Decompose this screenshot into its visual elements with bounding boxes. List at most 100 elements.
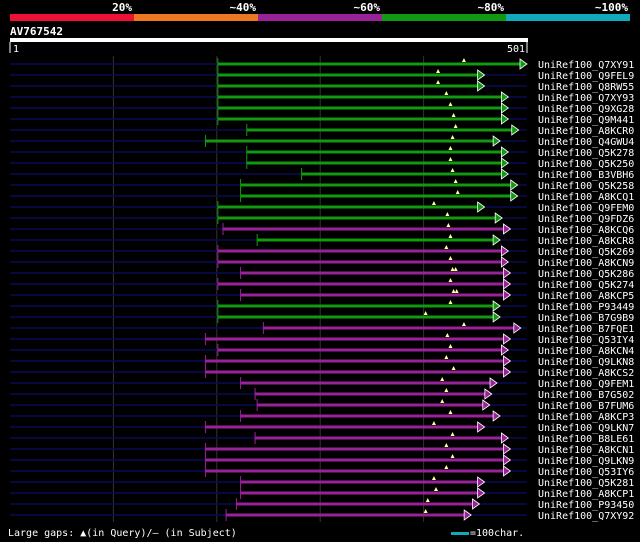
legend-swatch-3 [382,14,506,21]
hit-label[interactable]: UniRef100_Q5K258 [538,181,634,192]
hit-bar [240,293,505,297]
hit-bar [217,304,495,308]
hit-bar [223,227,505,231]
hit-label[interactable]: UniRef100_Q7XY91 [538,60,634,71]
hit-label[interactable]: UniRef100_A8KCP3 [538,412,634,423]
hit-bar [240,491,479,495]
hit-label[interactable]: UniRef100_A8KCP1 [538,489,634,500]
scale-bar [451,532,469,535]
legend-swatch-0 [10,14,134,21]
hit-bar [257,403,484,407]
hit-bar [217,249,503,253]
hit-label[interactable]: UniRef100_Q9FEL9 [538,71,634,82]
query-end-label: 501 [507,44,525,55]
hit-label[interactable]: UniRef100_Q9FEM0 [538,203,634,214]
hit-bar [236,502,474,506]
hit-label[interactable]: UniRef100_A8KCQ6 [538,225,634,236]
hit-label[interactable]: UniRef100_Q9LKN8 [538,357,634,368]
hit-bar [240,480,479,484]
hit-bar [217,73,479,77]
legend-label-0: 20% [112,1,132,14]
hit-bar [205,359,505,363]
hit-bar [217,117,503,121]
hit-label[interactable]: UniRef100_Q9FDZ6 [538,214,634,225]
hit-label[interactable]: UniRef100_Q5K250 [538,159,634,170]
hit-bar [217,62,522,66]
hit-label[interactable]: UniRef100_B7G9B9 [538,313,634,324]
hit-bar [246,161,503,165]
hit-label[interactable]: UniRef100_Q5K269 [538,247,634,258]
hit-label[interactable]: UniRef100_B7FQE1 [538,324,634,335]
hit-label[interactable]: UniRef100_Q5K274 [538,280,634,291]
hit-label[interactable]: UniRef100_Q5K281 [538,478,634,489]
hit-bar [240,381,492,385]
legend-label-3: ~80% [478,1,505,14]
hit-bar [217,315,495,319]
hit-bar [301,172,503,176]
hit-label[interactable]: UniRef100_B7G502 [538,390,634,401]
hit-label[interactable]: UniRef100_Q8RW55 [538,82,634,93]
gap-legend-text: Large gaps: ▲(in Query)/— (in Subject) [8,528,237,539]
hit-label[interactable]: UniRef100_B8LE61 [538,434,634,445]
hit-bar [263,326,515,330]
hit-label[interactable]: UniRef100_P93449 [538,302,634,313]
hit-label[interactable]: UniRef100_B3VBH6 [538,170,634,181]
hit-label[interactable]: UniRef100_Q4GWU4 [538,137,634,148]
hit-label[interactable]: UniRef100_A8KCN9 [538,258,634,269]
legend-label-1: ~40% [230,1,257,14]
hit-bar [240,271,505,275]
hit-bar [226,513,466,517]
hit-label[interactable]: UniRef100_A8KCN4 [538,346,634,357]
query-start-label: 1 [13,44,19,55]
hit-bar [217,205,479,209]
hit-label[interactable]: UniRef100_Q7XY93 [538,93,634,104]
legend-swatch-4 [506,14,630,21]
hit-bar [217,282,505,286]
hit-label[interactable]: UniRef100_Q9LKN9 [538,456,634,467]
hit-label[interactable]: UniRef100_Q5K286 [538,269,634,280]
hit-label[interactable]: UniRef100_A8KCS2 [538,368,634,379]
hit-bar [240,414,495,418]
hit-bar [240,183,512,187]
hit-bar [217,348,503,352]
hit-label[interactable]: UniRef100_Q7XY92 [538,511,634,522]
legend-swatch-2 [258,14,382,21]
hit-bar [205,458,505,462]
query-id: AV767542 [10,25,63,38]
hit-label[interactable]: UniRef100_A8KCQ1 [538,192,634,203]
hit-bar [255,392,486,396]
hit-label[interactable]: UniRef100_P93450 [538,500,634,511]
hit-bar [255,436,503,440]
scale-text: =100char. [470,528,524,539]
hit-label[interactable]: UniRef100_Q53IY6 [538,467,634,478]
hit-bar [217,106,503,110]
hit-bar [217,260,503,264]
hit-bar [205,447,505,451]
hit-bar [205,337,505,341]
hit-bar [257,238,495,242]
hit-label[interactable]: UniRef100_Q9FEM1 [538,379,634,390]
query-bar [10,38,528,42]
hit-bar [246,128,513,132]
hit-label[interactable]: UniRef100_A8KCR8 [538,236,634,247]
alignment-overview: 20% ~40% ~60% ~80% ~100% AV767542 1 501 UniRe… [0,0,640,542]
legend-swatch-1 [134,14,258,21]
hit-bar [205,469,505,473]
hit-label[interactable]: UniRef100_Q9M441 [538,115,634,126]
hit-bar [217,84,479,88]
hit-bar [205,370,505,374]
hit-label[interactable]: UniRef100_Q5K278 [538,148,634,159]
hit-label[interactable]: UniRef100_A8KCR0 [538,126,634,137]
hit-bar [217,95,503,99]
hit-label[interactable]: UniRef100_Q9XG28 [538,104,634,115]
hit-label[interactable]: UniRef100_Q9LKN7 [538,423,634,434]
hit-label[interactable]: UniRef100_Q53IY4 [538,335,634,346]
hit-bar [240,194,512,198]
legend-label-2: ~60% [354,1,381,14]
hit-label[interactable]: UniRef100_A8KCN1 [538,445,634,456]
hit-bar [205,139,495,143]
hit-label[interactable]: UniRef100_A8KCP5 [538,291,634,302]
legend-label-4: ~100% [595,1,628,14]
hit-bar [217,216,497,220]
hit-label[interactable]: UniRef100_B7FUM6 [538,401,634,412]
